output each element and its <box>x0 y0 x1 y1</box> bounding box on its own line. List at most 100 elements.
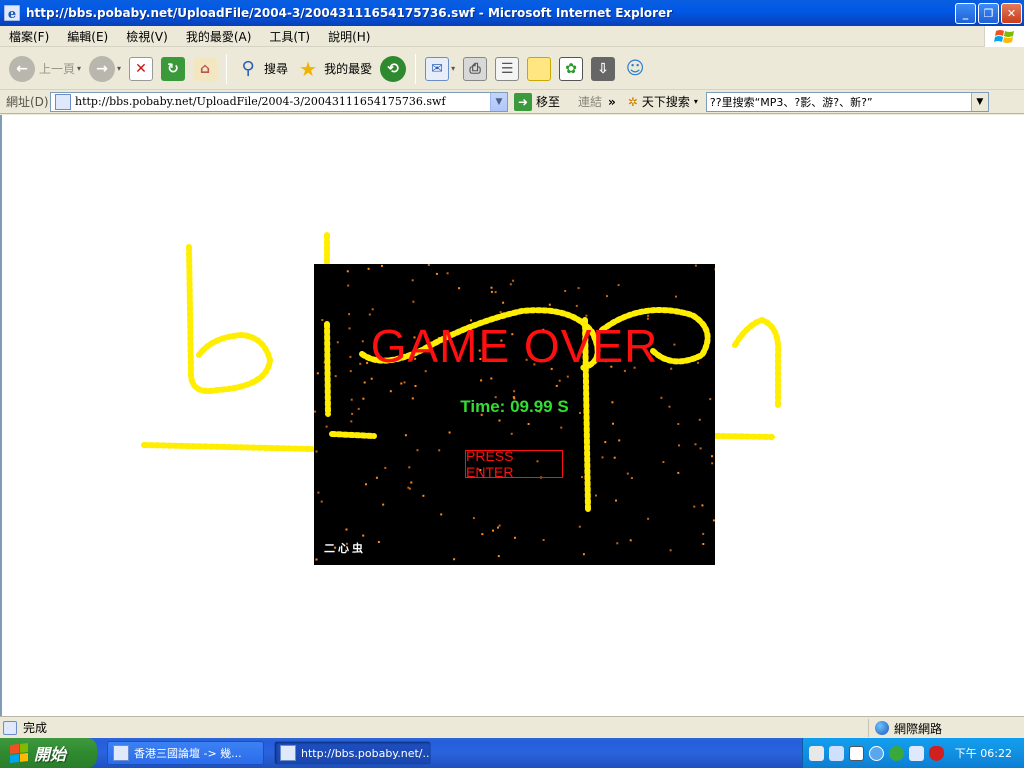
search-button[interactable]: ⚲ 搜尋 <box>233 52 291 86</box>
star-particle <box>510 432 513 435</box>
notes-button[interactable] <box>524 52 554 86</box>
press-enter-button[interactable]: PRESS ENTER <box>465 448 563 480</box>
time-value: 09.99 S <box>510 397 569 416</box>
address-dropdown-icon[interactable]: ▼ <box>490 92 507 111</box>
icq-button[interactable]: ✿ <box>556 52 586 86</box>
stop-button[interactable]: ✕ <box>126 52 156 86</box>
star-particle <box>490 377 493 380</box>
history-icon: ⟲ <box>380 55 407 82</box>
star-particle <box>581 476 583 479</box>
star-particle <box>315 558 318 561</box>
zone-text: 網際網路 <box>894 721 943 736</box>
star-particle <box>497 555 500 558</box>
system-tray: 下午 06:22 <box>802 738 1024 768</box>
menu-file[interactable]: 檔案(F) <box>0 28 58 45</box>
star-particle <box>560 426 563 429</box>
mail-dropdown-icon[interactable]: ▾ <box>451 64 455 73</box>
links-chevron-icon[interactable]: » <box>608 95 616 109</box>
star-particle <box>320 500 323 503</box>
go-button[interactable]: ➜ 移至 <box>514 92 560 111</box>
pen-icon[interactable] <box>829 745 844 761</box>
mail-button[interactable]: ✉ ▾ <box>422 52 458 86</box>
menu-view[interactable]: 檢視(V) <box>117 28 177 45</box>
star-particle <box>693 505 696 508</box>
menu-favorites[interactable]: 我的最愛(A) <box>177 28 261 45</box>
edit-button[interactable]: ☰ <box>492 52 522 86</box>
shield-icon[interactable] <box>929 745 944 761</box>
favorites-button[interactable]: ★ 我的最愛 <box>293 52 375 86</box>
star-particle <box>384 466 387 469</box>
star-particle <box>555 384 558 387</box>
star-particle <box>347 284 350 287</box>
search-engine-dropdown-icon[interactable]: ▾ <box>694 97 698 106</box>
star-particle <box>363 381 366 384</box>
star-particle <box>677 471 680 474</box>
star-particle <box>315 450 318 453</box>
star-particle <box>412 300 415 303</box>
star-particle <box>497 526 499 529</box>
menu-edit[interactable]: 編輯(E) <box>58 28 117 45</box>
links-label[interactable]: 連結 <box>578 93 602 110</box>
search-engine-button[interactable]: ✲ 天下搜索 ▾ <box>628 93 698 110</box>
clock: 下午 06:22 <box>954 747 1012 760</box>
network-icon[interactable] <box>909 745 924 761</box>
star-particle <box>618 439 621 442</box>
star-particle <box>564 290 567 292</box>
menu-tools[interactable]: 工具(T) <box>260 28 319 45</box>
author-signature: 二心虫 <box>324 542 366 555</box>
star-particle <box>448 431 451 434</box>
back-dropdown-icon[interactable]: ▾ <box>77 64 81 73</box>
messenger-button[interactable]: ☺ <box>620 52 650 86</box>
green-app-icon[interactable] <box>889 745 904 761</box>
forward-button[interactable]: → ▾ <box>86 52 124 86</box>
tray-collapse-icon[interactable] <box>869 745 884 761</box>
history-button[interactable]: ⟲ <box>377 52 409 86</box>
search-combo[interactable]: ??里搜索“MP3、?影、游?、新?” ▼ <box>705 91 989 112</box>
svg-text:e: e <box>8 7 16 21</box>
start-button[interactable]: 開始 <box>0 738 97 768</box>
status-text: 完成 <box>23 721 48 735</box>
research-button[interactable]: ⇩ <box>588 52 618 86</box>
close-button[interactable]: ✕ <box>1001 3 1022 24</box>
page-status-icon <box>3 720 17 735</box>
taskbar-item[interactable]: 香港三國論壇 -> 幾... <box>107 741 264 765</box>
star-particle <box>509 283 512 286</box>
star-particle <box>371 308 374 311</box>
star-particle <box>498 524 501 527</box>
star-particle <box>407 486 410 489</box>
address-input[interactable]: http://bbs.pobaby.net/UploadFile/2004-3/… <box>50 91 508 112</box>
search-combo-dropdown-icon[interactable]: ▼ <box>970 92 988 111</box>
messenger-icon: ☺ <box>625 58 645 79</box>
back-button[interactable]: ← 上一頁 ▾ <box>6 52 84 86</box>
star-particle <box>334 375 337 378</box>
go-arrow-icon: ➜ <box>514 92 532 111</box>
status-bar: 完成 網際網路 <box>0 716 1024 738</box>
star-particle <box>675 295 677 298</box>
taskbar-item-active[interactable]: http://bbs.pobaby.net/... <box>274 741 431 765</box>
menu-help[interactable]: 說明(H) <box>319 28 379 45</box>
minimize-button[interactable]: _ <box>955 3 976 24</box>
star-particle <box>711 462 714 465</box>
print-button[interactable]: ⎙ <box>460 52 490 86</box>
refresh-button[interactable]: ↻ <box>158 52 188 86</box>
star-particle <box>694 264 697 267</box>
star-particle <box>615 499 617 502</box>
flower-icon: ✿ <box>559 56 584 81</box>
star-particle <box>712 519 715 522</box>
back-label: 上一頁 <box>39 62 76 76</box>
forward-dropdown-icon[interactable]: ▾ <box>117 64 121 73</box>
game-over-title: GAME OVER <box>370 320 659 372</box>
home-icon: ⌂ <box>193 56 218 81</box>
restore-button[interactable]: ❐ <box>978 3 999 24</box>
star-particle <box>677 423 680 425</box>
flash-game-area[interactable]: GAME OVER Time: 09.99 S PRESS ENTER 二心虫 <box>314 264 715 565</box>
home-button[interactable]: ⌂ <box>190 52 220 86</box>
input-method-icon[interactable] <box>849 745 864 761</box>
search-combo-text[interactable]: ??里搜索“MP3、?影、游?、新?” <box>710 94 873 110</box>
keyboard-icon[interactable] <box>809 745 824 761</box>
time-label: Time: <box>460 397 506 416</box>
taskbar-item-label: 香港三國論壇 -> 幾... <box>134 747 242 760</box>
address-bar: 網址(D) http://bbs.pobaby.net/UploadFile/2… <box>0 90 1024 114</box>
star-particle <box>350 420 353 423</box>
address-url[interactable]: http://bbs.pobaby.net/UploadFile/2004-3/… <box>75 95 446 108</box>
